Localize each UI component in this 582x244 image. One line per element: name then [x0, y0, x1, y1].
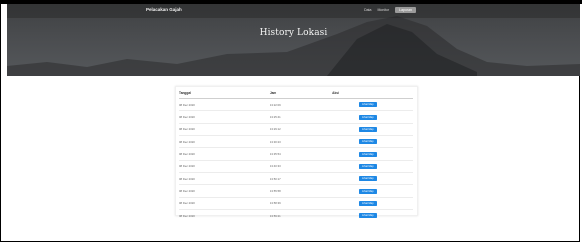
view-map-button[interactable]: Lihat Map	[359, 126, 377, 132]
cell-action: Lihat Map	[332, 184, 413, 198]
table-row: 08 Dec 2020 13:29:12 Lihat Map	[179, 122, 413, 136]
view-map-button[interactable]: Lihat Map	[359, 114, 377, 120]
view-map-button[interactable]: Lihat Map	[359, 200, 377, 206]
table-row: 08 Dec 2020 13:55:58 Lihat Map	[179, 184, 413, 198]
header-tanggal: Tanggal	[179, 89, 270, 99]
table-row: 08 Dec 2020 13:58:39 Lihat Map	[179, 196, 413, 210]
cell-date: 08 Dec 2020	[179, 97, 270, 111]
hero-banner: Pelacakan Gajah Data Monitor Laporan His…	[7, 4, 580, 76]
cell-date: 08 Dec 2020	[179, 184, 270, 198]
cell-time: 13:22:09	[269, 97, 333, 111]
history-table: Tanggal Jam Aksi 08 Dec 2020 13:22:09 Liha…	[179, 89, 413, 222]
cell-action: Lihat Map	[332, 97, 413, 111]
cell-date: 08 Dec 2020	[179, 110, 270, 124]
view-map-button[interactable]: Lihat Map	[359, 163, 377, 169]
table-row: 08 Dec 2020 13:59:21 Lihat Map	[179, 209, 413, 222]
cell-date: 08 Dec 2020	[179, 159, 270, 173]
brand-logo-text[interactable]: Pelacakan Gajah	[146, 7, 182, 12]
nav-link-data[interactable]: Data	[364, 8, 371, 12]
table-row: 08 Dec 2020 13:35:54 Lihat Map	[179, 147, 413, 161]
table-row: 08 Dec 2020 13:25:41 Lihat Map	[179, 110, 413, 124]
view-map-button[interactable]: Lihat Map	[359, 176, 377, 182]
cell-action: Lihat Map	[332, 122, 413, 136]
cell-date: 08 Dec 2020	[179, 196, 270, 210]
cell-time: 13:29:12	[269, 122, 333, 136]
cell-date: 08 Dec 2020	[179, 122, 270, 136]
history-table-card: Tanggal Jam Aksi 08 Dec 2020 13:22:09 Liha…	[175, 86, 418, 222]
cell-action: Lihat Map	[332, 209, 413, 222]
nav-links: Data Monitor Laporan	[364, 7, 416, 13]
view-map-button[interactable]: Lihat Map	[359, 213, 377, 219]
view-map-button[interactable]: Lihat Map	[359, 139, 377, 145]
cell-action: Lihat Map	[332, 110, 413, 124]
view-map-button[interactable]: Lihat Map	[359, 188, 377, 194]
page-title: History Lokasi	[259, 28, 328, 38]
table-row: 08 Dec 2020 13:40:33 Lihat Map	[179, 159, 413, 173]
cell-time: 13:35:54	[269, 147, 333, 161]
nav-link-laporan[interactable]: Laporan	[395, 7, 416, 13]
cell-action: Lihat Map	[332, 147, 413, 161]
cell-time: 13:50:17	[269, 172, 333, 185]
cell-action: Lihat Map	[332, 196, 413, 210]
cell-date: 08 Dec 2020	[179, 172, 270, 185]
cell-date: 08 Dec 2020	[179, 147, 270, 161]
cell-date: 08 Dec 2020	[179, 135, 270, 148]
header-aksi: Aksi	[332, 89, 413, 99]
cell-time: 13:30:23	[269, 135, 333, 148]
nav-link-monitor[interactable]: Monitor	[377, 8, 389, 12]
cell-date: 08 Dec 2020	[179, 209, 270, 222]
cell-time: 13:59:21	[269, 209, 333, 222]
view-map-button[interactable]: Lihat Map	[359, 151, 377, 157]
table-row: 08 Dec 2020 13:22:09 Lihat Map	[179, 97, 413, 111]
cell-time: 13:55:58	[269, 184, 333, 198]
view-map-button[interactable]: Lihat Map	[359, 102, 377, 108]
header-jam: Jam	[269, 89, 333, 99]
cell-time: 13:58:39	[269, 196, 333, 210]
table-row: 08 Dec 2020 13:50:17 Lihat Map	[179, 172, 413, 185]
navbar: Pelacakan Gajah Data Monitor Laporan	[7, 4, 580, 18]
cell-time: 13:25:41	[269, 110, 333, 124]
cell-time: 13:40:33	[269, 159, 333, 173]
table-row: 08 Dec 2020 13:30:23 Lihat Map	[179, 135, 413, 148]
cell-action: Lihat Map	[332, 159, 413, 173]
table-header-row: Tanggal Jam Aksi	[179, 89, 413, 99]
cell-action: Lihat Map	[332, 135, 413, 148]
cell-action: Lihat Map	[332, 172, 413, 185]
